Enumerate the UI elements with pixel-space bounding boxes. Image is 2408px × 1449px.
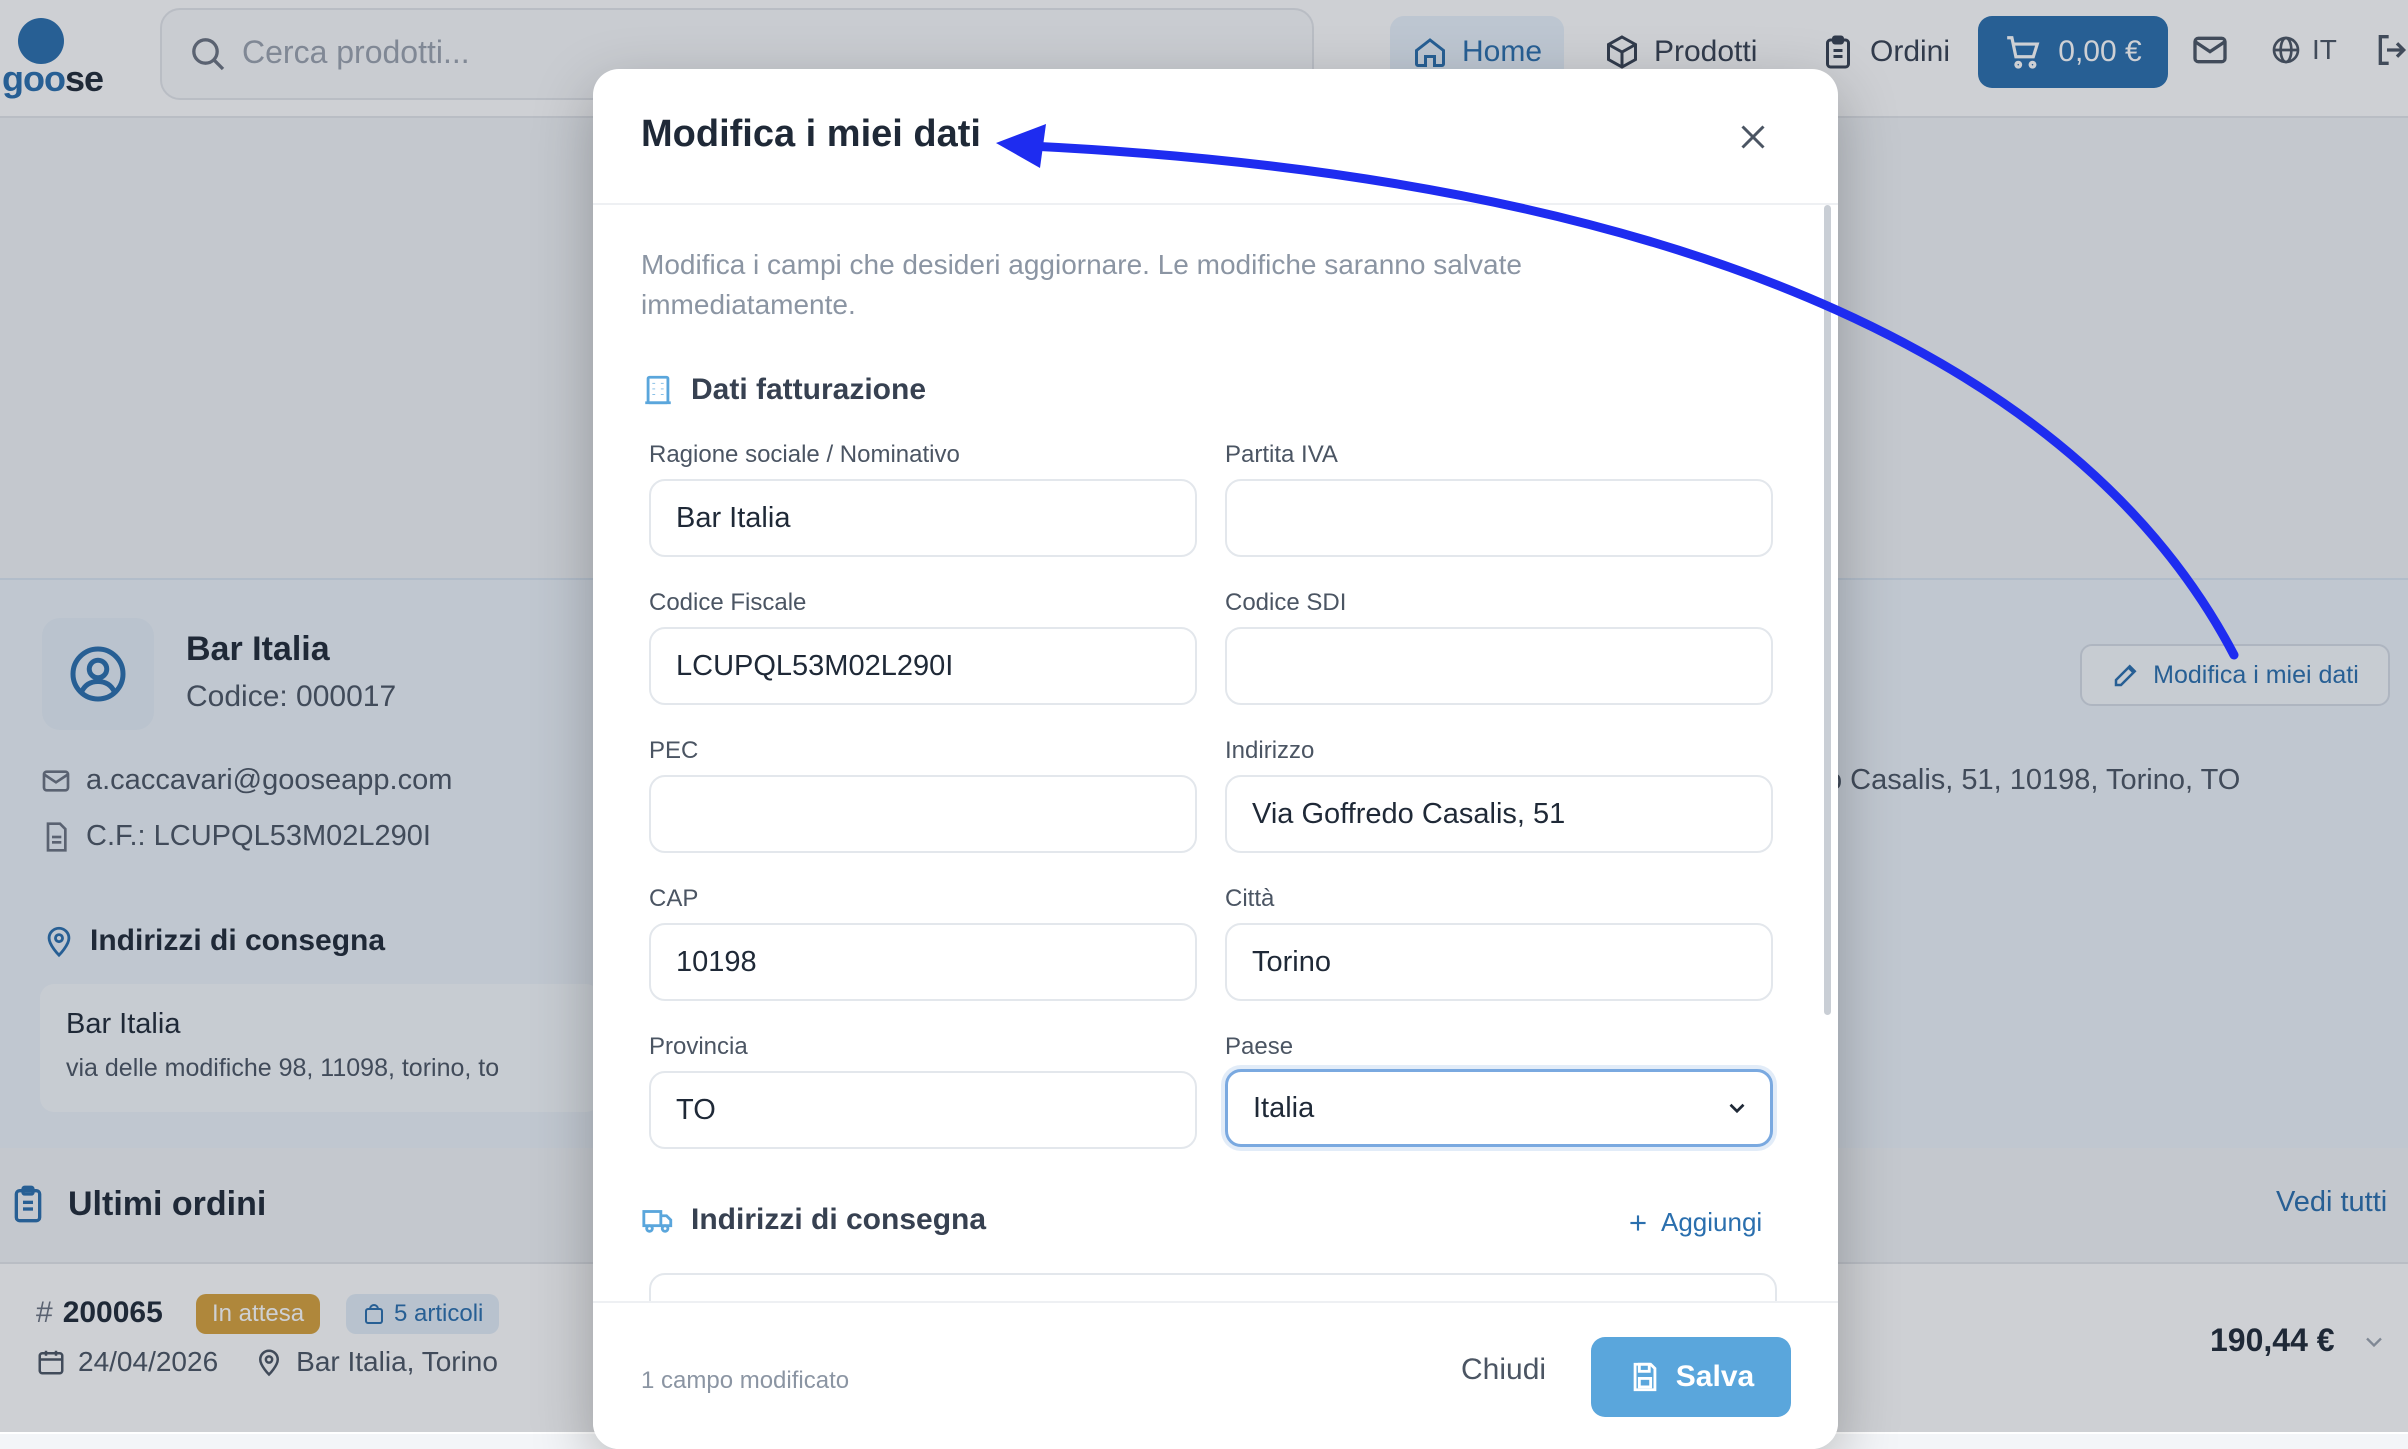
billing-section-label: Dati fatturazione xyxy=(691,373,927,406)
add-address-label: Aggiungi xyxy=(1661,1207,1763,1237)
shipping-section-title: Indirizzi di consegna xyxy=(641,1203,986,1237)
close-icon[interactable] xyxy=(1735,119,1771,155)
company-name-label: Ragione sociale / Nominativo xyxy=(649,441,960,468)
province-field[interactable]: TO xyxy=(649,1071,1197,1149)
country-label: Paese xyxy=(1225,1033,1294,1060)
fiscal-code-label: Codice Fiscale xyxy=(649,589,807,616)
cap-field[interactable]: 10198 xyxy=(649,923,1197,1001)
vat-label: Partita IVA xyxy=(1225,441,1338,468)
building-icon xyxy=(641,373,675,407)
plus-icon xyxy=(1625,1210,1651,1236)
fiscal-code-field[interactable]: LCUPQL53M02L290I xyxy=(649,627,1197,705)
country-select-value: Italia xyxy=(1253,1091,1315,1124)
address-label: Indirizzo xyxy=(1225,737,1315,764)
city-label: Città xyxy=(1225,885,1275,912)
save-label: Salva xyxy=(1675,1360,1755,1393)
shipping-section-label: Indirizzi di consegna xyxy=(691,1203,987,1236)
truck-icon xyxy=(641,1203,675,1237)
save-icon xyxy=(1628,1360,1662,1394)
address-field[interactable]: Via Goffredo Casalis, 51 xyxy=(1225,775,1773,853)
pec-label: PEC xyxy=(649,737,699,764)
save-button[interactable]: Salva xyxy=(1591,1337,1791,1417)
cap-label: CAP xyxy=(649,885,699,912)
country-select[interactable]: Italia xyxy=(1225,1069,1773,1147)
sdi-field[interactable] xyxy=(1225,627,1773,705)
edit-profile-modal: Modifica i miei dati Modifica i campi ch… xyxy=(593,69,1838,1449)
chevron-down-icon xyxy=(1724,1095,1750,1121)
province-label: Provincia xyxy=(649,1033,748,1060)
changed-fields-count: 1 campo modificato xyxy=(641,1367,850,1394)
modal-divider xyxy=(593,203,1838,205)
add-address-button[interactable]: Aggiungi xyxy=(1625,1207,1762,1238)
modal-footer: 1 campo modificato Chiudi Salva xyxy=(593,1301,1838,1449)
sdi-label: Codice SDI xyxy=(1225,589,1347,616)
modal-description: Modifica i campi che desideri aggiornare… xyxy=(641,249,1522,320)
billing-section-title: Dati fatturazione xyxy=(641,373,926,407)
city-field[interactable]: Torino xyxy=(1225,923,1773,1001)
modal-scrollbar[interactable] xyxy=(1824,205,1831,1015)
pec-field[interactable] xyxy=(649,775,1197,853)
vat-field[interactable] xyxy=(1225,479,1773,557)
close-button[interactable]: Chiudi xyxy=(1461,1353,1546,1387)
company-name-field[interactable]: Bar Italia xyxy=(649,479,1197,557)
modal-title: Modifica i miei dati xyxy=(641,113,981,155)
